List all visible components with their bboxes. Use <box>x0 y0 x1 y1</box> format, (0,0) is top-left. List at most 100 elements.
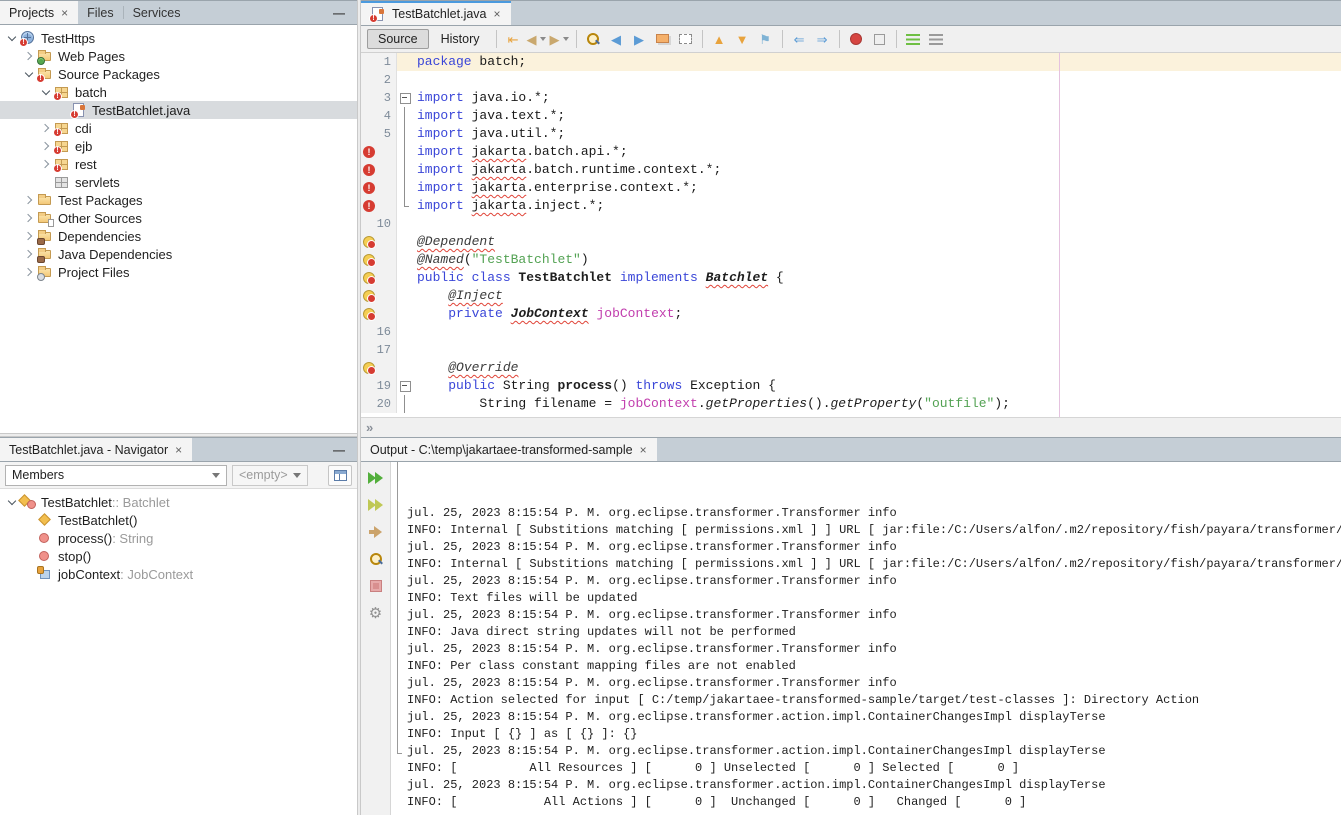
code-line-text[interactable]: String filename = jobContext.getProperti… <box>413 395 1341 413</box>
code-line-text[interactable] <box>413 215 1341 233</box>
hint-bulb-icon[interactable] <box>363 308 375 320</box>
members-filter-select[interactable]: Members <box>5 465 227 486</box>
tree-item-ejb[interactable]: !ejb <box>0 137 357 155</box>
tab-projects[interactable]: Projects × <box>0 1 78 24</box>
tree-item-other-sources[interactable]: Other Sources <box>0 209 357 227</box>
tree-item-project-files[interactable]: Project Files <box>0 263 357 281</box>
tree-item-web-pages[interactable]: Web Pages <box>0 47 357 65</box>
expander-icon[interactable] <box>21 251 37 257</box>
tree-item-rest[interactable]: !rest <box>0 155 357 173</box>
code-line[interactable]: 16 <box>361 323 1341 341</box>
code-line-text[interactable]: import java.io.*; <box>413 89 1341 107</box>
error-badge-icon[interactable]: ! <box>363 200 375 212</box>
code-line-text[interactable]: @Override <box>413 359 1341 377</box>
code-line-text[interactable]: public String process() throws Exception… <box>413 377 1341 395</box>
expander-icon[interactable] <box>21 73 37 76</box>
code-line[interactable]: ! import jakarta.batch.api.*; <box>361 143 1341 161</box>
code-line-text[interactable]: public class TestBatchlet implements Bat… <box>413 269 1341 287</box>
expander-icon[interactable] <box>38 91 54 94</box>
error-annotation-cell[interactable]: ! <box>361 161 397 179</box>
forward-button[interactable]: ▶ <box>549 28 570 50</box>
hint-bulb-icon[interactable] <box>363 290 375 302</box>
toggle-bookmark-button[interactable]: ⚑ <box>755 28 776 50</box>
code-line-text[interactable]: package batch; <box>413 53 1341 71</box>
find-selection-button[interactable] <box>583 28 604 50</box>
code-line[interactable]: 19 public String process() throws Except… <box>361 377 1341 395</box>
tree-item-java-dependencies[interactable]: Java Dependencies <box>0 245 357 263</box>
shift-line-right-button[interactable]: ⇒ <box>812 28 833 50</box>
minimize-window-icon[interactable]: — <box>321 438 357 461</box>
breadcrumb-expand-icon[interactable]: » <box>366 420 373 435</box>
find-in-output-button[interactable] <box>365 548 387 570</box>
toggle-highlight-search-button[interactable] <box>652 28 673 50</box>
expander-icon[interactable] <box>21 269 37 275</box>
back-button[interactable]: ◀ <box>526 28 547 50</box>
shift-line-left-button[interactable]: ⇐ <box>789 28 810 50</box>
stop-macro-recording-button[interactable] <box>869 28 890 50</box>
tree-item-testbatchlet[interactable]: TestBatchlet :: Batchlet <box>0 493 357 511</box>
run-last-target-button[interactable] <box>365 521 387 543</box>
hint-annotation-cell[interactable] <box>361 287 397 305</box>
tree-item-source-packages[interactable]: !Source Packages <box>0 65 357 83</box>
code-line-text[interactable]: @Dependent <box>413 233 1341 251</box>
comment-button[interactable] <box>903 28 924 50</box>
code-line-text[interactable]: import java.text.*; <box>413 107 1341 125</box>
editor-tab-testbatchlet[interactable]: ! TestBatchlet.java × <box>361 1 511 25</box>
code-editor[interactable]: 1package batch;23import java.io.*;4impor… <box>361 53 1341 417</box>
expander-icon[interactable] <box>38 125 54 131</box>
code-line[interactable]: public class TestBatchlet implements Bat… <box>361 269 1341 287</box>
tree-item-cdi[interactable]: !cdi <box>0 119 357 137</box>
code-line-text[interactable] <box>413 341 1341 359</box>
code-line-text[interactable]: import jakarta.batch.api.*; <box>413 143 1341 161</box>
code-line[interactable]: 1package batch; <box>361 53 1341 71</box>
error-badge-icon[interactable]: ! <box>363 182 375 194</box>
code-line[interactable]: @Inject <box>361 287 1341 305</box>
expander-icon[interactable] <box>21 215 37 221</box>
uncomment-button[interactable] <box>926 28 947 50</box>
hint-annotation-cell[interactable] <box>361 251 397 269</box>
expander-icon[interactable] <box>21 233 37 239</box>
close-icon[interactable]: × <box>60 6 69 20</box>
code-line-text[interactable]: import jakarta.batch.runtime.context.*; <box>413 161 1341 179</box>
code-line-text[interactable] <box>413 323 1341 341</box>
code-line-text[interactable] <box>413 71 1341 89</box>
expander-icon[interactable] <box>21 197 37 203</box>
code-line[interactable]: 5import java.util.*; <box>361 125 1341 143</box>
code-line[interactable]: private JobContext jobContext; <box>361 305 1341 323</box>
dropdown-caret-icon[interactable] <box>563 37 569 41</box>
stop-build-button[interactable] <box>365 575 387 597</box>
hint-bulb-icon[interactable] <box>363 236 375 248</box>
hint-annotation-cell[interactable] <box>361 359 397 377</box>
expander-icon[interactable] <box>38 143 54 149</box>
code-line[interactable]: @Override <box>361 359 1341 377</box>
error-annotation-cell[interactable]: ! <box>361 197 397 215</box>
error-badge-icon[interactable]: ! <box>363 146 375 158</box>
code-line[interactable]: ! import jakarta.batch.runtime.context.*; <box>361 161 1341 179</box>
find-previous-occurrence-button[interactable]: ◀ <box>606 28 627 50</box>
history-view-button[interactable]: History <box>431 30 490 48</box>
tree-item-testhttps[interactable]: !TestHttps <box>0 29 357 47</box>
code-line-text[interactable]: @Named("TestBatchlet") <box>413 251 1341 269</box>
fold-toggle-icon[interactable] <box>397 377 413 395</box>
build-options-button[interactable]: ⚙ <box>365 602 387 624</box>
error-annotation-cell[interactable]: ! <box>361 143 397 161</box>
output-tab[interactable]: Output - C:\temp\jakartaee-transformed-s… <box>361 438 657 461</box>
show-inherited-members-button[interactable] <box>328 465 352 486</box>
tree-item-process[interactable]: process() : String <box>0 529 357 547</box>
tab-navigator[interactable]: TestBatchlet.java - Navigator × <box>0 438 192 461</box>
code-line-text[interactable]: private JobContext jobContext; <box>413 305 1341 323</box>
find-next-occurrence-button[interactable]: ▶ <box>629 28 650 50</box>
tree-item-jobcontext[interactable]: jobContext : JobContext <box>0 565 357 583</box>
expander-icon[interactable] <box>38 161 54 167</box>
tree-item-stop[interactable]: stop() <box>0 547 357 565</box>
tree-item-batch[interactable]: !batch <box>0 83 357 101</box>
toggle-rectangular-selection-button[interactable] <box>675 28 696 50</box>
code-line[interactable]: @Dependent <box>361 233 1341 251</box>
output-log[interactable]: jul. 25, 2023 8:15:54 P. M. org.eclipse.… <box>391 462 1341 815</box>
fold-toggle-icon[interactable] <box>397 89 413 107</box>
previous-bookmark-button[interactable]: ▲ <box>709 28 730 50</box>
code-line[interactable]: 2 <box>361 71 1341 89</box>
close-icon[interactable]: × <box>174 443 183 457</box>
hint-annotation-cell[interactable] <box>361 233 397 251</box>
tab-files[interactable]: Files <box>78 1 122 24</box>
